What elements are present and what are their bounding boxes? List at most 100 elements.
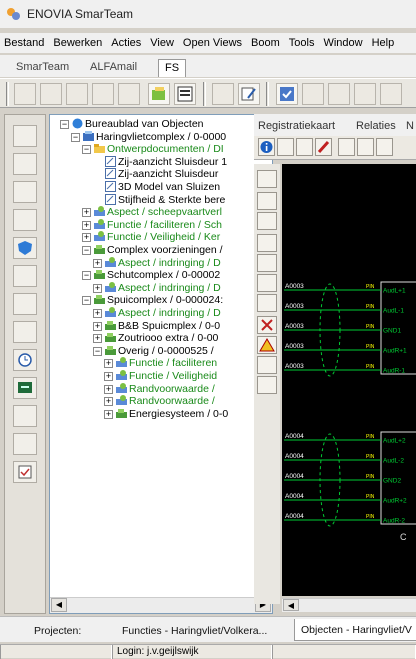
rotate-90-icon[interactable] bbox=[257, 254, 277, 272]
delete-markup-icon[interactable] bbox=[257, 316, 277, 334]
tree-view-icon[interactable] bbox=[66, 83, 88, 105]
flag-icon[interactable] bbox=[302, 83, 324, 105]
tab-relaties[interactable]: Relaties bbox=[356, 120, 396, 132]
print-icon[interactable] bbox=[14, 83, 36, 105]
tab-more[interactable]: N bbox=[406, 120, 414, 132]
tool-icon[interactable] bbox=[13, 181, 37, 203]
pan-icon[interactable] bbox=[376, 138, 393, 156]
tree-expander-icon[interactable]: − bbox=[82, 271, 91, 281]
document-class-icon[interactable] bbox=[13, 153, 37, 175]
new-folder-icon[interactable] bbox=[148, 83, 170, 105]
tree-expander-icon[interactable]: − bbox=[71, 132, 80, 142]
tree-expander-icon[interactable]: − bbox=[82, 296, 91, 306]
tree-horizontal-scrollbar[interactable]: ◀ ▶ bbox=[50, 597, 272, 613]
zoom-in-icon[interactable] bbox=[338, 138, 355, 156]
star-icon[interactable] bbox=[13, 405, 37, 427]
toolbar-separator bbox=[6, 82, 9, 106]
wire-label: A0004 bbox=[285, 453, 304, 460]
menu-bestand[interactable]: Bestand bbox=[4, 37, 44, 49]
tab-projecten[interactable]: Projecten: bbox=[34, 625, 81, 637]
user-icon[interactable] bbox=[13, 125, 37, 147]
shield-icon[interactable] bbox=[13, 237, 37, 259]
component-icon bbox=[105, 345, 118, 357]
rotate-270-icon[interactable] bbox=[257, 294, 277, 312]
scroll-left-icon[interactable]: ◀ bbox=[51, 598, 67, 612]
menu-window[interactable]: Window bbox=[323, 37, 362, 49]
tree-node-content: Randvoorwaarde / bbox=[116, 395, 215, 408]
tree-expander-icon[interactable]: + bbox=[93, 309, 102, 318]
list-view-icon[interactable] bbox=[174, 83, 196, 105]
tree-expander-icon[interactable]: + bbox=[93, 334, 102, 344]
lifecycle-icon[interactable] bbox=[354, 83, 376, 105]
viewer-side-toolbar bbox=[254, 164, 280, 604]
tree-expander-icon[interactable]: + bbox=[104, 359, 113, 369]
tree-expander-icon[interactable]: − bbox=[60, 120, 69, 129]
layers-icon[interactable] bbox=[13, 433, 37, 455]
check-in-icon[interactable] bbox=[276, 83, 298, 105]
schematic-canvas[interactable]: A0003 PIN AudL+1 A0003 PIN AudL-1 A0003 PIN GND1… bbox=[282, 164, 416, 596]
tree-expander-icon[interactable]: + bbox=[93, 258, 102, 268]
object-class-bar bbox=[4, 114, 46, 614]
tree-expander-icon[interactable]: − bbox=[82, 246, 91, 255]
toolbar-more-icon[interactable] bbox=[380, 83, 402, 105]
triangle-tool-icon[interactable] bbox=[257, 356, 277, 374]
pencil-icon[interactable] bbox=[13, 293, 37, 315]
canvas-scroll-left-icon[interactable]: ◀ bbox=[283, 599, 299, 611]
canvas-horizontal-scrollbar[interactable]: ◀ bbox=[282, 598, 416, 612]
object-tree[interactable]: − Bureaublad van Objecten − Haringvlietcomp… bbox=[49, 114, 273, 614]
page-icon[interactable] bbox=[13, 265, 37, 287]
viewer-page-icon[interactable] bbox=[277, 138, 294, 156]
measure-icon[interactable] bbox=[257, 376, 277, 394]
wrench-icon[interactable] bbox=[13, 321, 37, 343]
tree-expander-icon[interactable]: + bbox=[93, 321, 102, 331]
tab-functies[interactable]: Functies - Haringvliet/Volkera... bbox=[122, 625, 267, 637]
warning-icon[interactable] bbox=[257, 336, 277, 354]
menu-view[interactable]: View bbox=[150, 37, 174, 49]
tree-expander-icon[interactable]: − bbox=[93, 346, 102, 356]
menu-acties[interactable]: Acties bbox=[111, 37, 141, 49]
tree-node-label: Functie / faciliteren / Sch bbox=[107, 218, 222, 231]
tab-alfamail[interactable]: ALFAmail bbox=[84, 59, 143, 77]
menu-help[interactable]: Help bbox=[372, 37, 395, 49]
markup-pen-icon[interactable] bbox=[315, 138, 332, 156]
properties-icon[interactable] bbox=[40, 83, 62, 105]
drawing-icon bbox=[105, 193, 118, 206]
edit-icon[interactable] bbox=[238, 83, 260, 105]
rotate-0-icon[interactable] bbox=[257, 234, 277, 252]
tab-smarteam[interactable]: SmarTeam bbox=[10, 59, 75, 77]
zoom-out-icon[interactable] bbox=[357, 138, 374, 156]
tab-registratiekaart[interactable]: Registratiekaart bbox=[258, 120, 335, 132]
tree-expander-icon[interactable]: − bbox=[82, 145, 91, 155]
clock-icon[interactable] bbox=[13, 349, 37, 371]
tree-expander-icon[interactable]: + bbox=[82, 233, 91, 243]
tree-node-content: Ontwerpdocumenten / DI bbox=[94, 143, 224, 156]
flip-icon[interactable] bbox=[257, 212, 277, 230]
mirror-icon[interactable] bbox=[257, 192, 277, 210]
monitor-icon[interactable] bbox=[13, 377, 37, 399]
tree-expander-icon[interactable]: + bbox=[93, 283, 102, 293]
viewer-print-icon[interactable] bbox=[296, 138, 313, 156]
tree-expander-icon[interactable]: + bbox=[104, 384, 113, 394]
tab-objecten[interactable]: Objecten - Haringvliet/V bbox=[294, 619, 416, 641]
menu-bewerken[interactable]: Bewerken bbox=[53, 37, 102, 49]
pin-label: PIN bbox=[366, 494, 375, 500]
hierarchy-icon[interactable] bbox=[118, 83, 140, 105]
checklist-icon[interactable] bbox=[13, 461, 37, 483]
rotate-icon[interactable] bbox=[257, 170, 277, 188]
menu-boom[interactable]: Boom bbox=[251, 37, 280, 49]
menu-open-views[interactable]: Open Views bbox=[183, 37, 242, 49]
tree-expander-icon[interactable]: + bbox=[82, 208, 91, 218]
link-icon[interactable] bbox=[92, 83, 114, 105]
tab-fs[interactable]: FS bbox=[158, 59, 187, 77]
menu-tools[interactable]: Tools bbox=[289, 37, 315, 49]
rotate-180-icon[interactable] bbox=[257, 274, 277, 292]
release-icon[interactable] bbox=[328, 83, 350, 105]
tree-expander-icon[interactable]: + bbox=[82, 220, 91, 230]
document-icon[interactable] bbox=[212, 83, 234, 105]
tree-expander-icon[interactable]: + bbox=[104, 409, 113, 419]
settings-icon[interactable] bbox=[13, 209, 37, 231]
component-icon bbox=[94, 294, 107, 306]
tree-expander-icon[interactable]: + bbox=[104, 397, 113, 407]
tree-expander-icon[interactable]: + bbox=[104, 372, 113, 381]
info-icon[interactable] bbox=[258, 138, 275, 156]
